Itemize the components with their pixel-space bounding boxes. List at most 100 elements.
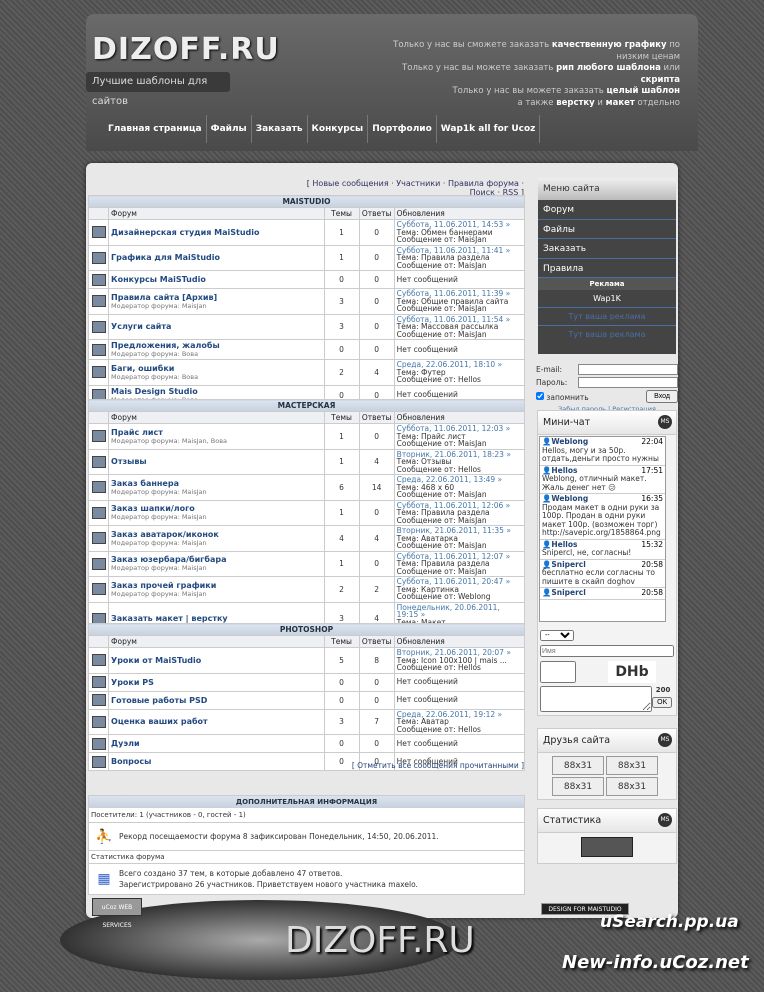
last-author[interactable]: Сообщение от: Hellos	[397, 664, 522, 672]
chat-author[interactable]: Snipercl	[551, 588, 585, 597]
forum-name[interactable]: Заказ шапки/лого	[111, 504, 321, 513]
nav-portfolio[interactable]: Портфолио	[368, 115, 437, 143]
chat-select[interactable]: --	[540, 630, 574, 641]
last-author[interactable]: Сообщение от: MaisJan	[397, 305, 522, 313]
forum-name[interactable]: Дизайнерская студия MaiStudio	[111, 228, 321, 237]
last-author[interactable]: Сообщение от: Hellos	[397, 725, 522, 734]
forum-row: Баги, ошибки Модератор форума: Вова 2 4 Сред…	[87, 359, 526, 386]
ad-slot-2[interactable]: Тут ваша реклама	[538, 325, 676, 343]
forum-name[interactable]: Отзывы	[111, 457, 321, 466]
forum-icon	[91, 481, 106, 494]
forum-icon	[91, 654, 106, 667]
chat-text: бесплатно если согласны то пишите в скай…	[542, 568, 656, 586]
nav-order[interactable]: Заказать	[252, 115, 308, 143]
forum-name[interactable]: Предложения, жалобы	[111, 341, 321, 350]
email-input[interactable]	[578, 364, 678, 375]
forum-name[interactable]: Графика для MaiStudio	[111, 253, 321, 262]
category-title[interactable]: МАСТЕРСКАЯ	[88, 399, 525, 412]
password-input[interactable]	[578, 377, 678, 388]
menu-files[interactable]: Файлы	[538, 220, 676, 239]
link-members[interactable]: Участники	[396, 179, 440, 188]
topic-count: 3	[323, 708, 360, 735]
link-rules[interactable]: Правила форума	[448, 179, 519, 188]
friend-banner[interactable]: 88x31	[552, 777, 604, 796]
forum-name[interactable]: Прайс лист	[111, 428, 321, 437]
site-logo[interactable]: DIZOFF.RU	[92, 32, 280, 67]
forum-row: Оценка ваших работ 3 7 Среда, 22.06.2011, 1…	[87, 708, 526, 735]
last-update-date[interactable]: Понедельник, 20.06.2011, 19:15 »	[397, 603, 522, 619]
last-author[interactable]: Сообщение от: MaisJan	[397, 542, 522, 550]
forum-name[interactable]: Заказ юзербара/бигбара	[111, 555, 321, 564]
last-author[interactable]: Сообщение от: MaisJan	[397, 330, 522, 339]
chat-author[interactable]: Weblong	[551, 494, 588, 503]
forum-name[interactable]: Заказ прочей графики	[111, 581, 321, 590]
forum-name[interactable]: Готовые работы PSD	[111, 696, 321, 705]
site-menu-title: Меню сайта	[538, 178, 676, 200]
no-messages: Нет сообщений	[396, 274, 458, 284]
category-title[interactable]: PHOTOSHOP	[88, 623, 525, 636]
chat-messages[interactable]: 👤Weblong 22:04 Hellos, могу и за 50р. отда…	[539, 436, 666, 622]
mark-read-link[interactable]: [ Отметить все сообщения прочитанными ]	[300, 761, 524, 770]
nav-wap1k[interactable]: Wap1k all for Ucoz	[437, 115, 541, 143]
forum-name[interactable]: Баги, ошибки	[111, 364, 321, 373]
chat-author[interactable]: Weblong	[551, 437, 588, 446]
friend-banner[interactable]: 88x31	[552, 756, 604, 775]
category-title[interactable]: MAISTUDIO	[88, 195, 525, 208]
menu-rules[interactable]: Правила	[538, 259, 676, 278]
last-author[interactable]: Сообщение от: Weblong	[397, 593, 522, 601]
forum-name[interactable]: Дуэли	[111, 739, 321, 748]
forum-row: Прайс лист Модератор форума: MaisJan, Вов…	[87, 423, 526, 450]
remember-checkbox[interactable]	[536, 391, 544, 400]
chat-send-button[interactable]: OK	[652, 697, 673, 708]
forum-name[interactable]: Оценка ваших работ	[111, 717, 321, 726]
ad-wap1k[interactable]: Wap1K	[538, 290, 676, 307]
login-button[interactable]: Вход	[646, 390, 678, 403]
chat-message-input[interactable]	[540, 686, 653, 712]
captcha-input[interactable]	[540, 661, 576, 683]
header-topics: Темы	[323, 635, 360, 648]
forum-icon	[91, 295, 106, 308]
forum-name[interactable]: Mais Design Studio	[111, 387, 321, 396]
topic-count: 0	[323, 270, 360, 289]
chat-message: 👤Snipercl 20:58	[540, 588, 665, 600]
forum-row: Услуги сайта 3 0 Суббота, 11.06.2011, 11:54…	[87, 313, 526, 340]
nav-files[interactable]: Файлы	[207, 115, 252, 143]
forum-name[interactable]: Правила сайта [Архив]	[111, 293, 321, 302]
forum-icon	[91, 455, 106, 468]
forum-name[interactable]: Конкурсы MaiSTudio	[111, 275, 321, 284]
menu-forum[interactable]: Форум	[538, 200, 676, 220]
last-author[interactable]: Сообщение от: MaisJan	[397, 261, 522, 270]
forum-name[interactable]: Услуги сайта	[111, 322, 321, 331]
menu-order[interactable]: Заказать	[538, 239, 676, 259]
last-author[interactable]: Сообщение от: MaisJan	[397, 516, 522, 525]
friend-banner[interactable]: 88x31	[606, 777, 658, 796]
header-cell	[87, 207, 110, 220]
nav-contests[interactable]: Конкурсы	[308, 115, 369, 143]
forum-table-maistudio: MAISTUDIO Форум Темы Ответы Обновления Дизайн…	[87, 195, 526, 406]
stats-counter-image[interactable]	[581, 837, 633, 857]
forum-name[interactable]: Заказ аватарок/иконок	[111, 530, 321, 539]
chat-message: 👤Hellos 15:32 Sniperсl, не, согласны!	[540, 540, 665, 560]
topic-count: 0	[323, 672, 360, 692]
ucoz-badge[interactable]: uCoz WEB SERVICES	[92, 898, 142, 929]
last-author[interactable]: Сообщение от: MaisJan	[397, 491, 522, 499]
last-author[interactable]: Сообщение от: MaisJan	[397, 567, 522, 576]
forum-name[interactable]: Заказать макет | верстку	[111, 614, 321, 623]
ad-slot-1[interactable]: Тут ваша реклама	[538, 307, 676, 325]
chat-name-input[interactable]	[540, 645, 674, 657]
link-new-messages[interactable]: Новые сообщения	[312, 179, 388, 188]
last-author[interactable]: Сообщение от: MaisJan	[397, 440, 522, 448]
friend-banner[interactable]: 88x31	[606, 756, 658, 775]
record-icon: ⛹	[95, 828, 113, 845]
reply-count: 0	[358, 219, 395, 246]
forum-name[interactable]: Уроки от MaiSTudio	[111, 656, 321, 665]
forum-name[interactable]: Заказ баннера	[111, 479, 321, 488]
last-author[interactable]: Сообщение от: Hellos	[397, 465, 522, 474]
forum-name[interactable]: Вопросы	[111, 757, 321, 766]
forum-name[interactable]: Уроки PS	[111, 678, 321, 687]
forum-icon	[91, 737, 106, 750]
nav-home[interactable]: Главная страница	[104, 115, 207, 143]
last-author[interactable]: Сообщение от: Hellos	[397, 376, 522, 384]
forum-icon	[91, 366, 106, 379]
last-author[interactable]: Сообщение от: MaisJan	[397, 236, 522, 244]
